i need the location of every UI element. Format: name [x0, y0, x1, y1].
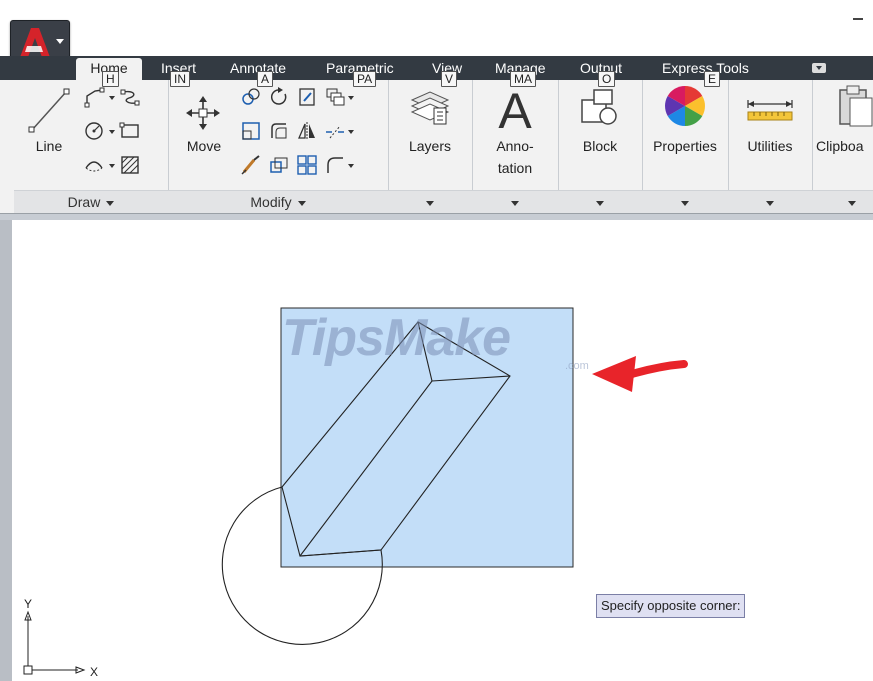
chevron-down-icon: [766, 200, 774, 206]
fillet-corner-icon[interactable]: [324, 154, 346, 176]
block-panel-expand[interactable]: [558, 190, 642, 213]
keytip-annotate: A: [257, 71, 274, 87]
stretch-icon[interactable]: [240, 120, 262, 142]
polyline-icon[interactable]: [83, 86, 105, 108]
chevron-down-icon[interactable]: [348, 96, 354, 100]
chevron-down-icon: [426, 200, 434, 206]
chevron-down-icon: [511, 200, 519, 206]
keytip-express-tools: E: [704, 71, 721, 87]
ucs-x-label: X: [90, 665, 98, 679]
annotation-panel-expand[interactable]: [472, 190, 558, 213]
block-insert-icon[interactable]: [578, 86, 622, 130]
svg-text:A: A: [498, 84, 532, 132]
hatch-icon[interactable]: [119, 154, 141, 176]
move-tool-label[interactable]: Move: [178, 136, 230, 157]
annotation-panel: A Anno- tation: [472, 80, 559, 213]
keytip-output: O: [598, 71, 616, 87]
clipboard-label[interactable]: Clipboa: [816, 136, 863, 157]
autocad-window: Home Insert Annotate Parametric View Man…: [0, 0, 873, 681]
mirror-icon[interactable]: [296, 120, 318, 142]
measure-icon[interactable]: [746, 96, 794, 124]
keytip-view: V: [441, 71, 458, 87]
clipboard-icon[interactable]: [836, 84, 873, 130]
utilities-label[interactable]: Utilities: [728, 136, 812, 157]
spline-icon[interactable]: [119, 86, 141, 108]
chevron-down-icon[interactable]: [348, 130, 354, 134]
circle-icon[interactable]: [83, 120, 105, 142]
chevron-down-icon: [848, 200, 856, 206]
clipboard-panel-expand[interactable]: [812, 190, 873, 213]
line-tool-label[interactable]: Line: [26, 136, 72, 157]
keytip-manage: MA: [510, 71, 536, 87]
fillet-icon[interactable]: [268, 120, 290, 142]
watermark-logo: TipsMake: [282, 309, 511, 367]
clipboard-panel: Clipboa: [812, 80, 873, 213]
layers-panel-expand[interactable]: [388, 190, 472, 213]
ribbon-tab-bar: Home Insert Annotate Parametric View Man…: [0, 56, 873, 80]
layers-label[interactable]: Layers: [388, 136, 472, 157]
watermark-suffix: .com: [565, 360, 589, 372]
chevron-down-icon[interactable]: [109, 96, 115, 100]
keytip-home: H: [102, 71, 119, 87]
minimize-button[interactable]: [853, 18, 863, 20]
draw-panel-title[interactable]: Draw: [14, 190, 168, 213]
layers-icon[interactable]: [408, 84, 452, 128]
modify-panel: Move Modify: [168, 80, 389, 213]
chevron-down-icon[interactable]: [109, 130, 115, 134]
block-panel: Block: [558, 80, 643, 213]
utilities-panel-expand[interactable]: [728, 190, 812, 213]
arc-icon[interactable]: [83, 154, 105, 176]
line-tool-icon[interactable]: [26, 86, 72, 136]
ucs-icon: Y X: [23, 597, 98, 679]
array-icon[interactable]: [296, 154, 318, 176]
text-annotation-icon[interactable]: A: [494, 84, 536, 132]
rectangle-icon[interactable]: [119, 120, 141, 142]
chevron-down-icon: [56, 39, 64, 44]
properties-label[interactable]: Properties: [642, 136, 728, 157]
trim-icon[interactable]: [296, 86, 318, 108]
keytip-insert: IN: [170, 71, 190, 87]
red-arrow-icon: [592, 356, 688, 392]
ribbon: Line Draw Move Modify Layers A Anno- tat…: [0, 80, 873, 214]
modify-panel-title[interactable]: Modify: [168, 190, 388, 213]
chevron-down-icon: [297, 200, 306, 206]
annotation-label-line1[interactable]: Anno-: [472, 136, 558, 157]
match-properties-brush-icon[interactable]: [240, 154, 262, 176]
properties-panel-expand[interactable]: [642, 190, 728, 213]
chevron-down-icon[interactable]: [348, 164, 354, 168]
draw-panel: Line Draw: [14, 80, 169, 213]
utilities-panel: Utilities: [728, 80, 813, 213]
break-icon[interactable]: [324, 120, 346, 142]
command-prompt-tooltip: Specify opposite corner:: [596, 594, 746, 618]
color-wheel-icon[interactable]: [663, 84, 707, 128]
annotation-label-line2[interactable]: tation: [472, 158, 558, 179]
copy-icon[interactable]: [240, 86, 262, 108]
offset-icon[interactable]: [268, 154, 290, 176]
keytip-parametric: PA: [353, 71, 377, 87]
chevron-down-icon[interactable]: [109, 164, 115, 168]
block-label[interactable]: Block: [558, 136, 642, 157]
array-copy-icon[interactable]: [324, 86, 346, 108]
title-bar: [0, 0, 873, 68]
rotate-icon[interactable]: [268, 86, 290, 108]
chevron-down-icon: [106, 200, 115, 206]
ribbon-minimize-icon[interactable]: [812, 63, 826, 73]
properties-panel: Properties: [642, 80, 729, 213]
move-icon[interactable]: [184, 94, 222, 132]
ucs-y-label: Y: [24, 597, 32, 611]
layers-panel: Layers: [388, 80, 473, 213]
chevron-down-icon: [596, 200, 604, 206]
chevron-down-icon: [681, 200, 689, 206]
